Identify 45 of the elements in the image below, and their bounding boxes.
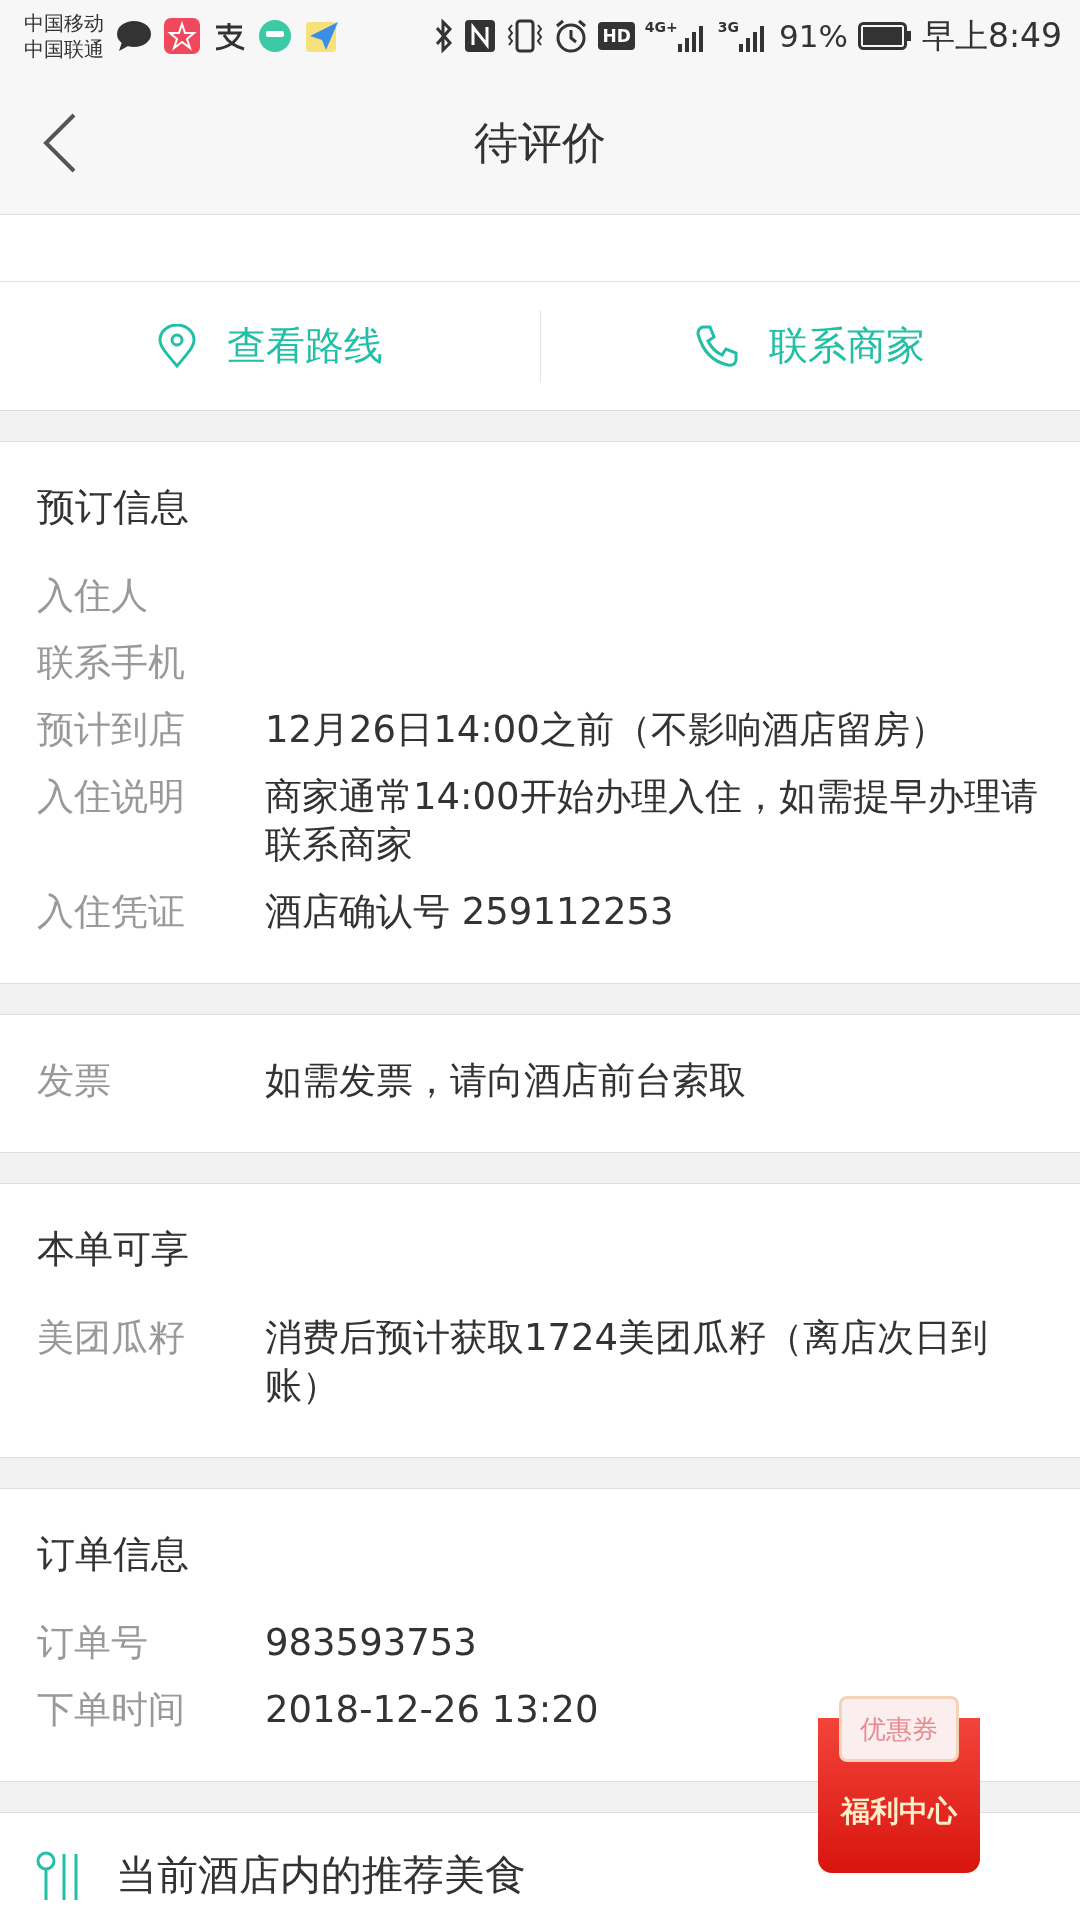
network-type: 4G+ — [644, 20, 678, 34]
section-title: 订单信息 — [37, 1531, 190, 1577]
field-value: 消费后预计获取1724美团瓜籽（离店次日到账） — [265, 1315, 990, 1409]
clock-time: 早上8:49 — [921, 14, 1062, 57]
alarm-clock-icon — [554, 19, 589, 53]
star-app-icon — [164, 18, 200, 54]
bluetooth-icon — [434, 19, 455, 53]
carrier-name: 中国联通 — [24, 36, 104, 62]
location-pin-icon — [156, 324, 197, 368]
field-label: 入住人 — [37, 573, 149, 619]
field-label: 下单时间 — [37, 1687, 186, 1733]
page-title: 待评价 — [474, 115, 606, 170]
field-label: 订单号 — [37, 1620, 149, 1666]
field-label: 入住说明 — [37, 774, 186, 820]
carrier-name: 中国移动 — [24, 10, 104, 36]
action-link[interactable]: 查看路线 — [0, 319, 540, 373]
field-value: 983593753 — [265, 1620, 477, 1666]
section-title: 本单可享 — [37, 1226, 190, 1272]
field-label: 预计到店 — [37, 707, 186, 753]
field-label: 入住凭证 — [37, 889, 186, 935]
chat-bubble-icon — [116, 20, 152, 52]
promo-label: 福利中心 — [841, 1793, 957, 1830]
network-type: 3G — [717, 20, 739, 34]
hd-badge: HD — [598, 22, 635, 50]
action-label[interactable]: 联系商家 — [769, 319, 926, 373]
battery-percent: 91% — [779, 18, 848, 54]
section-title: 当前酒店内的推荐美食 — [116, 1849, 526, 1901]
vibrate-icon — [506, 19, 545, 53]
field-value: 如需发票，请向酒店前台索取 — [265, 1058, 746, 1104]
group-buy-app-icon — [258, 19, 292, 53]
action-link[interactable]: 联系商家 — [540, 319, 1080, 373]
welfare-center-button[interactable]: 优惠券 福利中心 — [818, 1696, 980, 1873]
field-label: 联系手机 — [37, 640, 186, 686]
section-title: 预订信息 — [37, 484, 190, 530]
field-value: 12月26日14:00之前（不影响酒店留房） — [265, 707, 947, 753]
field-value: 商家通常14:00开始办理入住，如需提早办理请联系商家 — [265, 774, 1039, 868]
nfc-icon — [464, 19, 497, 53]
field-label: 美团瓜籽 — [37, 1315, 186, 1361]
action-label[interactable]: 查看路线 — [226, 319, 383, 373]
field-label: 发票 — [37, 1058, 112, 1104]
coupon-card: 优惠券 — [839, 1696, 959, 1762]
phone-icon — [695, 324, 740, 368]
field-value: 酒店确认号 259112253 — [265, 889, 674, 935]
field-value: 2018-12-26 13:20 — [265, 1687, 599, 1733]
battery-icon — [857, 22, 912, 50]
